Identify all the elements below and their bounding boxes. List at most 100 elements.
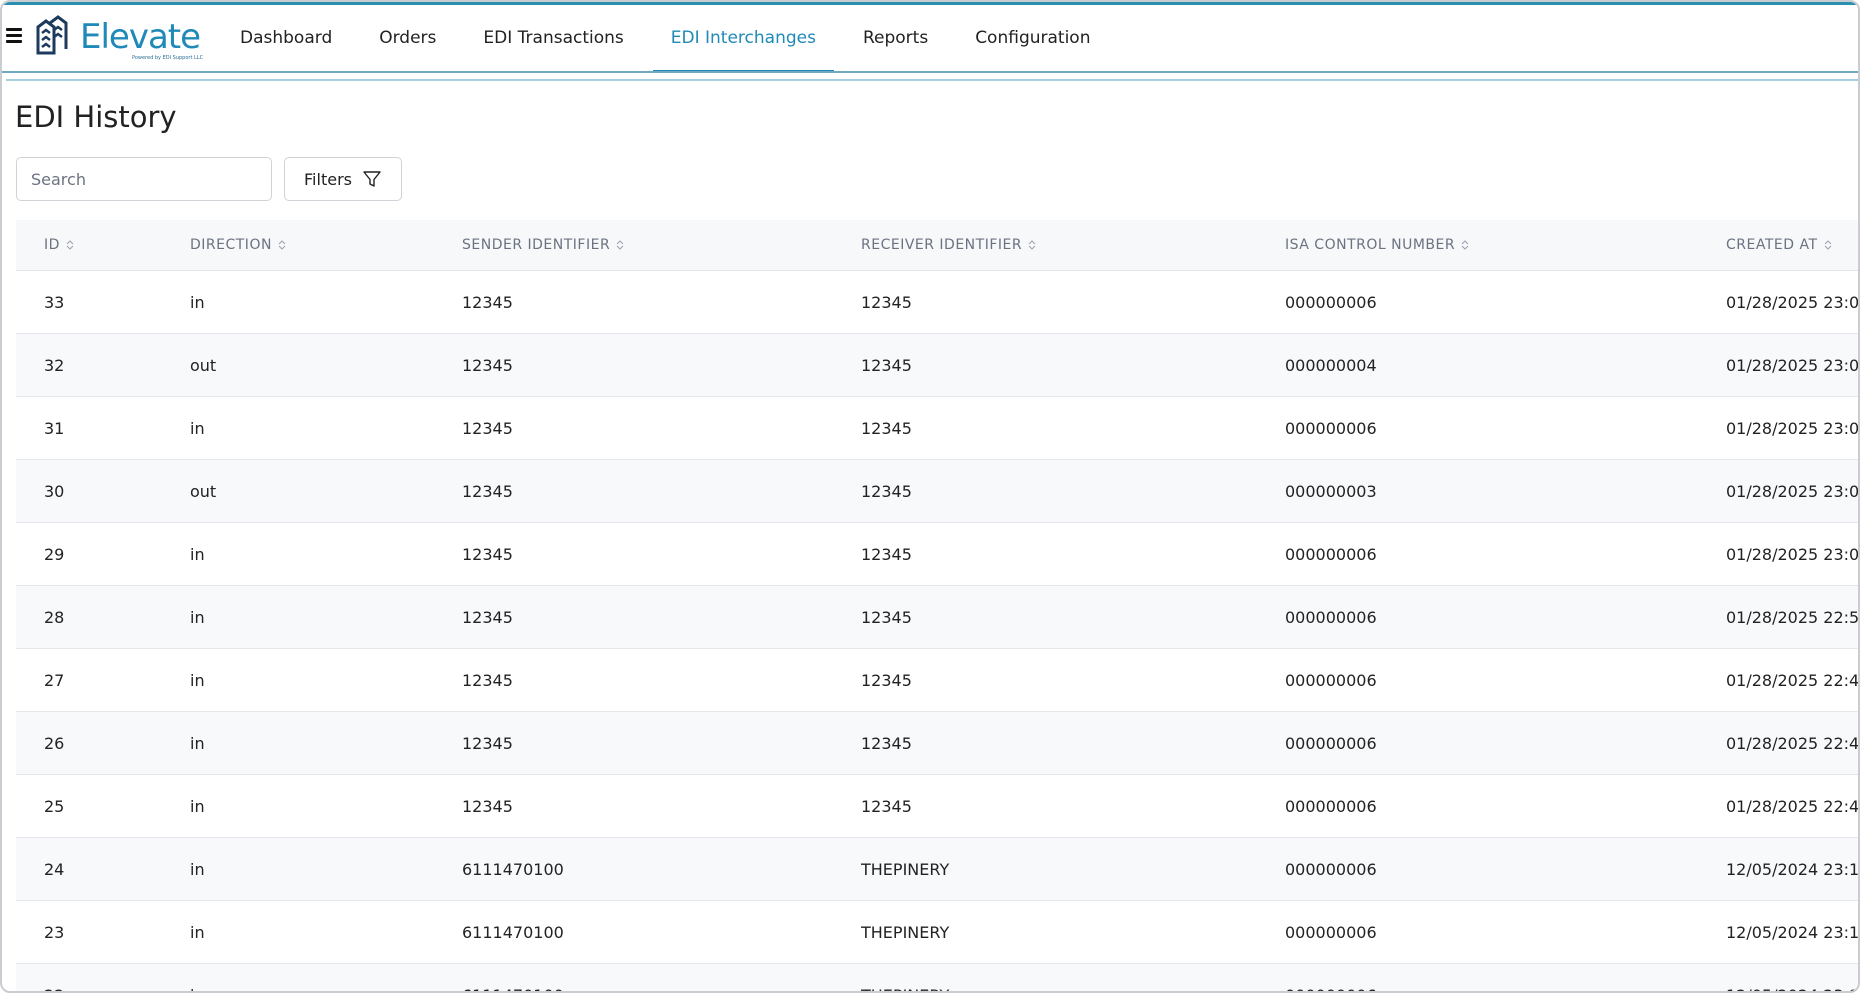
cell-sender-identifier: 6111470100 bbox=[462, 837, 861, 901]
cell-isa-control-number: 000000006 bbox=[1285, 396, 1726, 460]
cell-receiver-identifier: 12345 bbox=[861, 396, 1285, 460]
table-row[interactable]: 26 in 12345 12345 000000006 01/28/2025 22:4 bbox=[16, 711, 1858, 775]
table-row[interactable]: 23 in 6111470100 THEPINERY 000000006 12/05/20… bbox=[16, 900, 1858, 964]
content-divider bbox=[6, 79, 1858, 81]
cell-id: 29 bbox=[16, 522, 190, 586]
app-window: Elevate Powered by EDI Support LLC Dashb… bbox=[0, 0, 1860, 993]
cell-receiver-identifier: 12345 bbox=[861, 585, 1285, 649]
cell-direction: in bbox=[190, 774, 462, 838]
cell-id: 24 bbox=[16, 837, 190, 901]
cell-created-at: 12/05/2024 23:1 bbox=[1726, 963, 1858, 991]
cell-sender-identifier: 12345 bbox=[462, 459, 861, 523]
cell-receiver-identifier: THEPINERY bbox=[861, 837, 1285, 901]
cell-receiver-identifier: 12345 bbox=[861, 774, 1285, 838]
logo-text: Elevate bbox=[80, 17, 201, 57]
main-nav: Dashboard Orders EDI Transactions EDI In… bbox=[222, 5, 1119, 73]
cell-created-at: 01/28/2025 22:4 bbox=[1726, 648, 1858, 712]
sort-icon bbox=[66, 240, 74, 250]
table-row[interactable]: 33 in 12345 12345 000000006 01/28/2025 23:0 bbox=[16, 270, 1858, 334]
cell-receiver-identifier: 12345 bbox=[861, 648, 1285, 712]
cell-created-at: 01/28/2025 22:4 bbox=[1726, 711, 1858, 775]
filter-funnel-icon bbox=[363, 171, 381, 187]
table-body: 33 in 12345 12345 000000006 01/28/2025 23:0 3… bbox=[16, 270, 1858, 991]
cell-id: 23 bbox=[16, 900, 190, 964]
nav-orders[interactable]: Orders bbox=[361, 2, 454, 73]
table-row[interactable]: 27 in 12345 12345 000000006 01/28/2025 22:4 bbox=[16, 648, 1858, 712]
cell-sender-identifier: 6111470100 bbox=[462, 963, 861, 991]
column-header-sender-identifier[interactable]: SENDER IDENTIFIER bbox=[462, 220, 861, 271]
cell-isa-control-number: 000000006 bbox=[1285, 963, 1726, 991]
cell-isa-control-number: 000000006 bbox=[1285, 522, 1726, 586]
filters-button[interactable]: Filters bbox=[284, 157, 402, 201]
column-header-receiver-identifier[interactable]: RECEIVER IDENTIFIER bbox=[861, 220, 1285, 271]
cell-id: 28 bbox=[16, 585, 190, 649]
cell-isa-control-number: 000000006 bbox=[1285, 837, 1726, 901]
cell-sender-identifier: 12345 bbox=[462, 774, 861, 838]
column-header-created-at[interactable]: CREATED AT bbox=[1726, 220, 1858, 271]
cell-created-at: 01/28/2025 23:0 bbox=[1726, 333, 1858, 397]
table-row[interactable]: 28 in 12345 12345 000000006 01/28/2025 22:5 bbox=[16, 585, 1858, 649]
sort-icon bbox=[1028, 240, 1036, 250]
elevate-logo-icon bbox=[36, 15, 68, 55]
nav-edi-interchanges[interactable]: EDI Interchanges bbox=[652, 2, 835, 73]
top-navigation-bar: Elevate Powered by EDI Support LLC Dashb… bbox=[2, 2, 1858, 73]
cell-direction: in bbox=[190, 900, 462, 964]
elevate-logo[interactable]: Elevate Powered by EDI Support LLC bbox=[36, 13, 206, 65]
cell-created-at: 01/28/2025 23:0 bbox=[1726, 396, 1858, 460]
cell-created-at: 12/05/2024 23:1 bbox=[1726, 900, 1858, 964]
nav-dashboard[interactable]: Dashboard bbox=[222, 2, 350, 73]
cell-isa-control-number: 000000006 bbox=[1285, 900, 1726, 964]
cell-receiver-identifier: 12345 bbox=[861, 333, 1285, 397]
cell-sender-identifier: 12345 bbox=[462, 585, 861, 649]
column-header-isa-control-number[interactable]: ISA CONTROL NUMBER bbox=[1285, 220, 1726, 271]
nav-edi-transactions[interactable]: EDI Transactions bbox=[465, 2, 641, 73]
table-row[interactable]: 30 out 12345 12345 000000003 01/28/2025 23:0 bbox=[16, 459, 1858, 523]
cell-sender-identifier: 12345 bbox=[462, 522, 861, 586]
cell-receiver-identifier: 12345 bbox=[861, 270, 1285, 334]
cell-direction: in bbox=[190, 522, 462, 586]
cell-direction: in bbox=[190, 648, 462, 712]
column-header-direction[interactable]: DIRECTION bbox=[190, 220, 462, 271]
cell-isa-control-number: 000000006 bbox=[1285, 270, 1726, 334]
table-header-row: ID DIRECTION SENDER IDENTIFIER RECEIVER … bbox=[16, 220, 1858, 271]
search-input[interactable] bbox=[16, 157, 272, 201]
edi-history-table: ID DIRECTION SENDER IDENTIFIER RECEIVER … bbox=[16, 220, 1858, 991]
cell-receiver-identifier: 12345 bbox=[861, 459, 1285, 523]
cell-direction: in bbox=[190, 711, 462, 775]
cell-sender-identifier: 12345 bbox=[462, 711, 861, 775]
nav-divider bbox=[2, 71, 1858, 73]
cell-id: 26 bbox=[16, 711, 190, 775]
cell-isa-control-number: 000000003 bbox=[1285, 459, 1726, 523]
cell-created-at: 01/28/2025 23:0 bbox=[1726, 459, 1858, 523]
cell-receiver-identifier: THEPINERY bbox=[861, 963, 1285, 991]
sort-icon bbox=[1461, 240, 1469, 250]
cell-id: 32 bbox=[16, 333, 190, 397]
table-row[interactable]: 32 out 12345 12345 000000004 01/28/2025 23:0 bbox=[16, 333, 1858, 397]
nav-configuration[interactable]: Configuration bbox=[957, 2, 1108, 73]
hamburger-menu-icon[interactable] bbox=[6, 25, 26, 47]
table-row[interactable]: 31 in 12345 12345 000000006 01/28/2025 23:0 bbox=[16, 396, 1858, 460]
cell-id: 27 bbox=[16, 648, 190, 712]
cell-created-at: 12/05/2024 23:1 bbox=[1726, 837, 1858, 901]
cell-id: 31 bbox=[16, 396, 190, 460]
cell-id: 22 bbox=[16, 963, 190, 991]
sort-icon bbox=[616, 240, 624, 250]
cell-direction: out bbox=[190, 333, 462, 397]
cell-id: 30 bbox=[16, 459, 190, 523]
cell-receiver-identifier: 12345 bbox=[861, 711, 1285, 775]
cell-direction: in bbox=[190, 837, 462, 901]
table-row[interactable]: 24 in 6111470100 THEPINERY 000000006 12/05/20… bbox=[16, 837, 1858, 901]
page-title: EDI History bbox=[15, 100, 177, 134]
logo-subtext: Powered by EDI Support LLC bbox=[132, 55, 204, 61]
cell-created-at: 01/28/2025 22:4 bbox=[1726, 774, 1858, 838]
column-header-id[interactable]: ID bbox=[16, 220, 190, 271]
edi-history-table-container: ID DIRECTION SENDER IDENTIFIER RECEIVER … bbox=[16, 220, 1858, 991]
cell-isa-control-number: 000000006 bbox=[1285, 774, 1726, 838]
table-row[interactable]: 25 in 12345 12345 000000006 01/28/2025 22:4 bbox=[16, 774, 1858, 838]
cell-direction: in bbox=[190, 585, 462, 649]
cell-created-at: 01/28/2025 23:0 bbox=[1726, 522, 1858, 586]
table-row[interactable]: 29 in 12345 12345 000000006 01/28/2025 23:0 bbox=[16, 522, 1858, 586]
table-row[interactable]: 22in6111470100THEPINERY00000000612/05/20… bbox=[16, 963, 1858, 991]
cell-isa-control-number: 000000006 bbox=[1285, 711, 1726, 775]
nav-reports[interactable]: Reports bbox=[845, 2, 946, 73]
